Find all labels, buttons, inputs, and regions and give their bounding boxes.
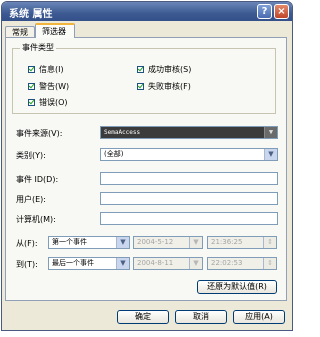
- category-dropdown[interactable]: (全部) ▼: [100, 148, 278, 161]
- to-time-field[interactable]: 22:02:53 ⇕: [207, 257, 277, 270]
- from-date-picker[interactable]: 2004-5-12 ▼: [133, 236, 203, 249]
- checkbox-check-icon[interactable]: [28, 66, 35, 73]
- user-input[interactable]: [100, 192, 278, 205]
- spin-icon[interactable]: ⇕: [263, 258, 276, 269]
- restore-defaults-button[interactable]: 还原为默认值(R): [197, 280, 277, 294]
- from-selection-dropdown[interactable]: 第一个事件 ▼: [48, 236, 130, 249]
- checkbox-warning[interactable]: 警告(W): [28, 81, 69, 92]
- to-label: 到(T):: [16, 260, 38, 269]
- to-selection-dropdown[interactable]: 最后一个事件 ▼: [48, 257, 130, 270]
- checkbox-information[interactable]: 信息(I): [28, 64, 64, 75]
- chevron-down-icon[interactable]: ▼: [189, 258, 202, 269]
- chevron-down-icon[interactable]: ▼: [264, 127, 277, 138]
- checkbox-label: 错误(O): [39, 98, 68, 107]
- from-time-field[interactable]: 21:36:25 ⇕: [207, 236, 277, 249]
- to-date-value: 2004-8-11: [137, 259, 174, 267]
- tab-filter[interactable]: 筛选器: [35, 23, 75, 38]
- chevron-down-icon[interactable]: ▼: [116, 237, 129, 248]
- event-id-label: 事件 ID(D):: [16, 175, 59, 184]
- ok-button[interactable]: 确定: [117, 310, 169, 324]
- checkbox-failure-audit[interactable]: 失败审核(F): [137, 81, 191, 92]
- checkbox-success-audit[interactable]: 成功审核(S): [137, 64, 191, 75]
- checkbox-label: 信息(I): [39, 65, 64, 74]
- from-time-value: 21:36:25: [211, 238, 243, 246]
- title-bar[interactable]: 系统 属性 ? ×: [2, 2, 292, 21]
- event-source-label: 事件来源(V):: [16, 129, 63, 138]
- event-types-legend: 事件类型: [20, 42, 56, 53]
- to-selection-value: 最后一个事件: [52, 259, 94, 267]
- checkbox-label: 成功审核(S): [148, 65, 192, 74]
- chevron-down-icon[interactable]: ▼: [189, 237, 202, 248]
- chevron-down-icon[interactable]: ▼: [116, 258, 129, 269]
- apply-button[interactable]: 应用(A): [233, 310, 285, 324]
- event-source-value: SemaAccess: [104, 129, 141, 136]
- event-source-dropdown[interactable]: SemaAccess ▼: [100, 126, 278, 139]
- close-button[interactable]: ×: [274, 4, 289, 19]
- category-value: (全部): [104, 150, 124, 158]
- computer-input[interactable]: [100, 212, 278, 225]
- spin-icon[interactable]: ⇕: [263, 237, 276, 248]
- checkbox-error[interactable]: 错误(O): [28, 97, 68, 108]
- computer-label: 计算机(M):: [16, 215, 56, 224]
- chevron-down-icon[interactable]: ▼: [264, 149, 277, 160]
- checkbox-check-icon[interactable]: [28, 83, 35, 90]
- checkbox-label: 警告(W): [39, 82, 70, 91]
- help-button[interactable]: ?: [257, 4, 272, 19]
- to-time-value: 22:02:53: [211, 259, 243, 267]
- cancel-button[interactable]: 取消: [175, 310, 227, 324]
- event-id-input[interactable]: [100, 172, 278, 185]
- window-title: 系统 属性: [9, 9, 53, 20]
- from-label: 从(F):: [16, 239, 38, 248]
- user-label: 用户(E):: [16, 195, 46, 204]
- from-selection-value: 第一个事件: [52, 238, 87, 246]
- checkbox-check-icon[interactable]: [137, 66, 144, 73]
- checkbox-label: 失败审核(F): [148, 82, 191, 91]
- from-date-value: 2004-5-12: [137, 238, 174, 246]
- checkbox-check-icon[interactable]: [137, 83, 144, 90]
- checkbox-check-icon[interactable]: [28, 99, 35, 106]
- tab-general[interactable]: 常规: [5, 26, 35, 37]
- to-date-picker[interactable]: 2004-8-11 ▼: [133, 257, 203, 270]
- category-label: 类别(Y):: [16, 151, 46, 160]
